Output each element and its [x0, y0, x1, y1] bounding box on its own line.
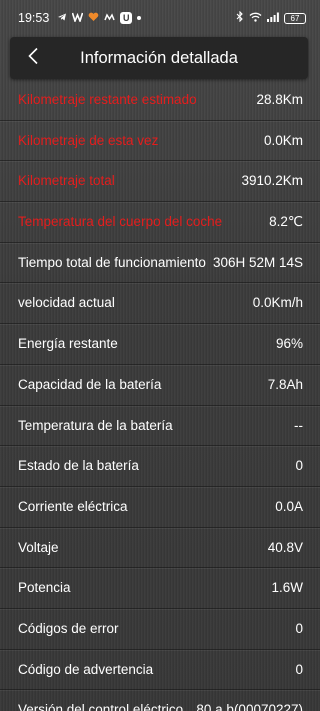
list-item: velocidad actual 0.0Km/h [0, 283, 320, 325]
row-value: 1.6W [271, 580, 303, 596]
list-item: Temperatura del cuerpo del coche 8.2℃ [0, 202, 320, 243]
row-value: 80.a.b(00070227) [196, 702, 303, 711]
row-label: Kilometraje total [18, 173, 115, 189]
row-value: 0.0Km/h [252, 295, 303, 311]
u-app-icon: U [120, 12, 133, 24]
notification-dot-icon [137, 16, 142, 20]
row-value: 28.8Km [256, 92, 303, 107]
row-label: Estado de la batería [18, 458, 139, 474]
row-label: Energía restante [18, 336, 118, 352]
row-value: 0 [295, 661, 303, 677]
list-item: Temperatura de la batería -- [0, 406, 320, 447]
row-label: Potencia [18, 580, 71, 596]
row-value: 0.0A [275, 498, 303, 514]
list-item: Energía restante 96% [0, 324, 320, 365]
row-value: 0.0Km [263, 132, 303, 148]
status-bar: 19:53 U 67 [0, 0, 320, 36]
list-item: Potencia 1.6W [0, 568, 320, 609]
row-value: -- [294, 417, 303, 433]
row-label: velocidad actual [18, 295, 115, 311]
row-value: 306H 52M 14S [212, 254, 303, 270]
row-label: Temperatura del cuerpo del coche [18, 214, 223, 230]
list-item: Voltaje 40.8V [0, 528, 320, 569]
row-label: Capacidad de la batería [18, 376, 162, 392]
row-value: 7.8Ah [267, 376, 303, 392]
list-item: Versión del control eléctrico 80.a.b(0007… [0, 690, 320, 711]
row-value: 96% [275, 336, 303, 352]
list-item: Código de advertencia 0 [0, 650, 320, 691]
row-label: Versión del control eléctrico [18, 702, 184, 711]
status-bar-left: 19:53 U [18, 11, 142, 25]
row-label: Corriente eléctrica [18, 498, 128, 514]
list-item: Capacidad de la batería 7.8Ah [0, 365, 320, 406]
row-label: Kilometraje restante estimado [18, 92, 197, 107]
row-label: Tiempo total de funcionamiento [18, 254, 206, 270]
status-time: 19:53 [18, 11, 50, 25]
telegram-icon [57, 12, 67, 25]
row-value: 40.8V [267, 539, 303, 555]
m-app-icon [104, 12, 115, 25]
bluetooth-icon [236, 10, 244, 25]
row-label: Códigos de error [18, 620, 119, 636]
list-item: Kilometraje de esta vez 0.0Km [0, 121, 320, 162]
signal-icon [267, 12, 279, 25]
header-bar: Información detallada [10, 37, 308, 79]
row-value: 0 [295, 458, 303, 474]
row-label: Código de advertencia [18, 661, 154, 677]
row-value: 8.2℃ [269, 214, 303, 230]
row-label: Voltaje [18, 539, 59, 555]
row-label: Kilometraje de esta vez [18, 132, 159, 148]
list-item: Kilometraje total 3910.2Km [0, 161, 320, 203]
list-item: Tiempo total de funcionamiento 306H 52M 1… [0, 243, 320, 284]
detail-list: Kilometraje restante estimado 28.8Km Kilom… [0, 80, 320, 711]
w-app-icon [72, 12, 84, 25]
row-value: 0 [295, 620, 303, 636]
list-item: Kilometraje restante estimado 28.8Km [0, 80, 320, 121]
status-bar-right: 67 [236, 10, 306, 25]
battery-icon: 67 [284, 12, 306, 24]
list-item: Códigos de error 0 [0, 609, 320, 650]
list-item: Corriente eléctrica 0.0A [0, 487, 320, 528]
row-value: 3910.2Km [241, 173, 303, 189]
wifi-icon [249, 12, 262, 25]
heart-app-icon [88, 12, 99, 25]
list-item: Estado de la batería 0 [0, 446, 320, 487]
page-title: Información detallada [80, 49, 238, 67]
row-label: Temperatura de la batería [18, 417, 173, 433]
